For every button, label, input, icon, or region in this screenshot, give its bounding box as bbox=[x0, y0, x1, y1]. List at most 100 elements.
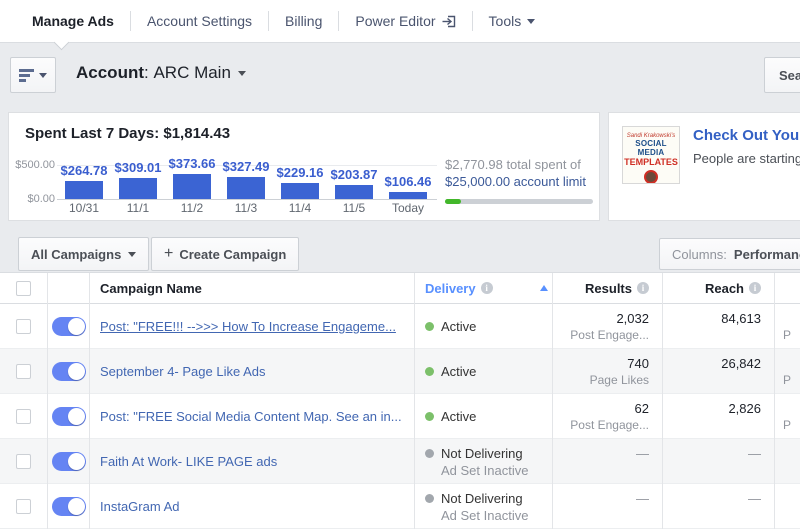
table-header-row: Campaign Name Delivery i Results i Reach… bbox=[0, 273, 800, 304]
promo-panel: Sandi Krakowski's SOCIAL MEDIA TEMPLATES… bbox=[608, 112, 800, 221]
nav-tools-label: Tools bbox=[489, 13, 522, 29]
spend-bar-chart: $264.78 10/31 $309.01 11/1 $373.66 11/2 … bbox=[57, 149, 437, 215]
account-selector[interactable]: Account: ARC Main bbox=[76, 63, 246, 83]
nav-tools[interactable]: Tools bbox=[473, 13, 552, 29]
nav-billing[interactable]: Billing bbox=[269, 13, 338, 29]
status-text: Active bbox=[441, 319, 476, 334]
spend-progress-bar bbox=[445, 199, 593, 204]
clipped-column-text: P bbox=[783, 373, 800, 387]
total-spent-text: $2,770.98 total spent of bbox=[445, 157, 581, 172]
bar bbox=[65, 181, 103, 199]
bar-date-label: 11/1 bbox=[111, 201, 165, 215]
campaign-name-link[interactable]: September 4- Page Like Ads bbox=[100, 364, 266, 379]
create-campaign-button[interactable]: + Create Campaign bbox=[151, 237, 299, 271]
nav-manage-ads[interactable]: Manage Ads bbox=[16, 13, 130, 29]
table-row: Post: "FREE Social Media Content Map. Se… bbox=[0, 394, 800, 439]
status-dot-active bbox=[425, 412, 434, 421]
campaign-name-link[interactable]: InstaGram Ad bbox=[100, 499, 179, 514]
info-icon[interactable]: i bbox=[481, 282, 493, 294]
bar-date-label: 11/3 bbox=[219, 201, 273, 215]
bar-group: $229.16 11/4 bbox=[273, 149, 327, 215]
chevron-down-icon bbox=[128, 252, 136, 257]
status-sub-text: Ad Set Inactive bbox=[425, 463, 552, 478]
select-all-checkbox[interactable] bbox=[16, 281, 31, 296]
nav-power-editor[interactable]: Power Editor bbox=[339, 13, 471, 29]
chevron-down-icon bbox=[238, 71, 246, 76]
status-dot-active bbox=[425, 322, 434, 331]
row-checkbox[interactable] bbox=[16, 409, 31, 424]
account-label-bold: Account bbox=[76, 63, 144, 82]
promo-thumbnail[interactable]: Sandi Krakowski's SOCIAL MEDIA TEMPLATES bbox=[622, 126, 680, 184]
bar-date-label: Today bbox=[381, 201, 435, 215]
header-reach[interactable]: Reach i bbox=[663, 273, 775, 304]
row-checkbox[interactable] bbox=[16, 454, 31, 469]
results-value: 740 bbox=[553, 356, 649, 371]
row-checkbox[interactable] bbox=[16, 364, 31, 379]
results-value: — bbox=[553, 446, 649, 461]
status-sub-text: Ad Set Inactive bbox=[425, 508, 552, 523]
bar-date-label: 11/5 bbox=[327, 201, 381, 215]
bar-group: $106.46 Today bbox=[381, 149, 435, 215]
header-campaign-name-label: Campaign Name bbox=[100, 281, 202, 296]
account-name: ARC Main bbox=[153, 63, 230, 82]
header-results[interactable]: Results i bbox=[553, 273, 663, 304]
clipped-column-text: P bbox=[783, 418, 800, 432]
thumb-title-1: SOCIAL MEDIA bbox=[623, 139, 679, 157]
columns-value: Performance bbox=[734, 247, 800, 262]
account-limit-link[interactable]: $25,000.00 account limit bbox=[445, 174, 586, 189]
status-dot-inactive bbox=[425, 494, 434, 503]
bar bbox=[119, 178, 157, 199]
reach-value: — bbox=[663, 491, 761, 506]
bar bbox=[227, 177, 265, 199]
nav-account-settings[interactable]: Account Settings bbox=[131, 13, 268, 29]
chevron-down-icon bbox=[527, 19, 535, 24]
spend-progress-fill bbox=[445, 199, 461, 204]
row-checkbox[interactable] bbox=[16, 499, 31, 514]
bar-date-label: 11/2 bbox=[165, 201, 219, 215]
results-value: 2,032 bbox=[553, 311, 649, 326]
top-nav: Manage Ads Account Settings Billing Powe… bbox=[0, 0, 800, 43]
campaign-toggle-on[interactable] bbox=[52, 407, 86, 426]
promo-heading-link[interactable]: Check Out Your bbox=[693, 127, 800, 144]
toggle-knob bbox=[68, 453, 85, 470]
header-delivery[interactable]: Delivery i bbox=[415, 273, 553, 304]
all-campaigns-label: All Campaigns bbox=[31, 247, 121, 262]
reach-value: — bbox=[663, 446, 761, 461]
campaign-toggle-on[interactable] bbox=[52, 317, 86, 336]
header-campaign-name[interactable]: Campaign Name bbox=[90, 273, 415, 304]
bar-date-label: 11/4 bbox=[273, 201, 327, 215]
row-checkbox[interactable] bbox=[16, 319, 31, 334]
status-text: Not Delivering bbox=[441, 446, 523, 461]
plus-icon: + bbox=[164, 245, 173, 263]
status-text: Not Delivering bbox=[441, 491, 523, 506]
header-reach-label: Reach bbox=[705, 281, 744, 296]
campaign-toggle-on[interactable] bbox=[52, 497, 86, 516]
toggle-knob bbox=[68, 408, 85, 425]
header-checkbox-cell bbox=[0, 273, 48, 304]
all-campaigns-dropdown[interactable]: All Campaigns bbox=[18, 237, 149, 271]
status-dot-active bbox=[425, 367, 434, 376]
campaign-name-link[interactable]: Post: "FREE Social Media Content Map. Se… bbox=[100, 409, 402, 424]
campaign-toggle-on[interactable] bbox=[52, 452, 86, 471]
enter-arrow-icon bbox=[442, 15, 456, 28]
y-axis-tick-min: $0.00 bbox=[11, 193, 55, 205]
table-row: InstaGram Ad Not Delivering Ad Set Inact… bbox=[0, 484, 800, 529]
thumb-title-2: TEMPLATES bbox=[623, 157, 679, 167]
bar bbox=[389, 192, 427, 199]
columns-dropdown[interactable]: Columns: Performance bbox=[659, 238, 800, 270]
campaign-name-link[interactable]: Faith At Work- LIKE PAGE ads bbox=[100, 454, 277, 469]
search-button[interactable]: Search bbox=[764, 57, 800, 93]
bar bbox=[335, 185, 373, 199]
campaign-toggle-on[interactable] bbox=[52, 362, 86, 381]
report-filter-button[interactable] bbox=[10, 57, 56, 93]
promo-body-text: People are starting to bbox=[693, 151, 800, 166]
campaigns-table: Campaign Name Delivery i Results i Reach… bbox=[0, 272, 800, 531]
status-text: Active bbox=[441, 409, 476, 424]
info-icon[interactable]: i bbox=[637, 282, 649, 294]
campaign-name-link[interactable]: Post: "FREE!!! -->>> How To Increase Eng… bbox=[100, 319, 396, 334]
info-icon[interactable]: i bbox=[749, 282, 761, 294]
list-icon bbox=[19, 69, 34, 82]
bar-date-label: 10/31 bbox=[57, 201, 111, 215]
table-row: Faith At Work- LIKE PAGE ads Not Deliver… bbox=[0, 439, 800, 484]
bar-value-label: $106.46 bbox=[373, 174, 443, 189]
